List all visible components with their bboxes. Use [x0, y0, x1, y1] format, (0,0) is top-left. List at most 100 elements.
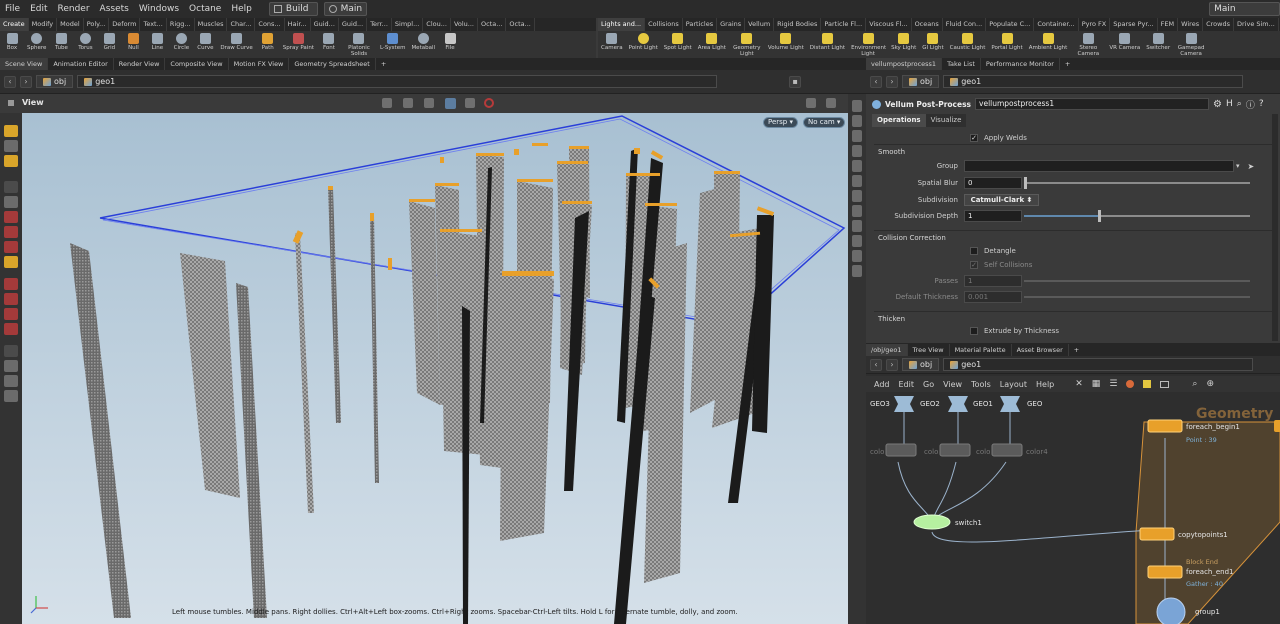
geo1-node-icon[interactable] — [1000, 396, 1020, 412]
select-tool-icon[interactable] — [4, 125, 18, 137]
handle-icon[interactable] — [445, 98, 456, 109]
tab-visualize[interactable]: Visualize — [925, 114, 967, 127]
copytopoints-node-icon[interactable] — [1139, 527, 1175, 541]
visibility-icon[interactable] — [852, 130, 862, 142]
gear-icon[interactable]: ⚙ — [1213, 99, 1222, 110]
shelf-tab[interactable]: Crowds — [1203, 18, 1234, 31]
tab-operations[interactable]: Operations — [872, 114, 926, 127]
sticky-note-icon[interactable] — [1143, 380, 1152, 388]
camera-menu[interactable]: No cam ▾ — [803, 117, 846, 128]
node-name-field[interactable]: vellumpostprocess1 — [975, 98, 1210, 110]
geo3-node-icon[interactable] — [894, 396, 914, 412]
switch-node-icon[interactable] — [913, 514, 951, 530]
tab-network[interactable]: /obj/geo1 — [866, 343, 908, 356]
tool-tube[interactable]: Tube — [49, 31, 73, 51]
menu-add[interactable]: Add — [874, 380, 890, 389]
tool-null[interactable]: Null — [121, 31, 145, 51]
tool-path[interactable]: Path — [256, 31, 280, 51]
transform-icon[interactable] — [403, 98, 413, 108]
menu-view[interactable]: View — [943, 380, 962, 389]
menu-help[interactable]: Help — [226, 0, 257, 18]
help-icon[interactable]: H — [1226, 99, 1233, 109]
tab-param[interactable]: vellumpostprocess1 — [866, 58, 943, 70]
tool-sky-light[interactable]: Sky Light — [888, 31, 919, 51]
desktop-select[interactable]: Build — [268, 2, 318, 16]
view-tool-icon[interactable] — [4, 345, 18, 357]
pin-button[interactable]: ▪ — [789, 75, 802, 88]
tab-asset-browser[interactable]: Asset Browser — [1012, 343, 1069, 356]
smooth-section[interactable]: Smooth — [874, 144, 1272, 159]
wrench-icon[interactable]: ✕ — [1075, 379, 1083, 389]
passes-field[interactable]: 1 — [964, 275, 1022, 287]
tab-motion-fx-view[interactable]: Motion FX View — [229, 58, 290, 70]
shelf-tab[interactable]: Container... — [1034, 18, 1079, 31]
tool-ambient-light[interactable]: Ambient Light — [1026, 31, 1071, 51]
subdivision-menu[interactable]: Catmull-Clark ⬍ — [964, 194, 1039, 206]
shelf-tab[interactable]: Poly... — [84, 18, 110, 31]
cup-tool-icon[interactable] — [4, 390, 18, 402]
group-tool-icon[interactable] — [4, 140, 18, 152]
tool-vr-camera[interactable]: VR Camera — [1106, 31, 1143, 51]
lock-tool-icon[interactable] — [4, 196, 18, 208]
shelf-tab[interactable]: FEM — [1158, 18, 1179, 31]
tool-font[interactable]: Font — [317, 31, 341, 51]
list-icon[interactable]: ☰ — [1109, 379, 1117, 389]
thickness-field[interactable]: 0.001 — [964, 291, 1022, 303]
add-tab-button[interactable]: + — [376, 58, 391, 70]
add-tab-button[interactable]: + — [1069, 344, 1084, 356]
context-select[interactable]: Main — [323, 2, 368, 16]
shelf-tab[interactable]: Particle Fl... — [821, 18, 867, 31]
shelf-tab[interactable]: Text... — [140, 18, 167, 31]
shelf-tab[interactable]: Oceans — [912, 18, 943, 31]
color-palette-icon[interactable] — [1126, 380, 1135, 388]
subdivision-depth-field[interactable]: 1 — [964, 210, 1022, 222]
shelf-tab[interactable]: Lights and... — [598, 18, 646, 31]
tab-take-list[interactable]: Take List — [942, 58, 981, 70]
tool-gi-light[interactable]: GI Light — [919, 31, 946, 51]
orbit-tool-icon[interactable] — [4, 293, 18, 305]
shelf-tab[interactable]: Collisions — [645, 18, 683, 31]
select-mode-icon[interactable] — [382, 98, 392, 108]
info-icon[interactable]: ⓘ — [1246, 98, 1255, 111]
points-tool-icon[interactable] — [4, 155, 18, 167]
menu-tools[interactable]: Tools — [971, 380, 991, 389]
tool-spray-paint[interactable]: Spray Paint — [280, 31, 317, 51]
forward-button[interactable]: › — [886, 358, 898, 371]
shelf-tab[interactable]: Clou... — [423, 18, 451, 31]
shading-icon[interactable] — [852, 115, 862, 127]
normals-icon[interactable] — [852, 235, 862, 247]
3d-viewport[interactable]: Persp ▾ No cam ▾ Left mouse tumbles. Mid… — [22, 113, 848, 624]
shelf-tab[interactable]: Vellum — [745, 18, 775, 31]
menu-windows[interactable]: Windows — [134, 0, 184, 18]
tool-line[interactable]: Line — [145, 31, 169, 51]
menu-go[interactable]: Go — [923, 380, 934, 389]
collision-section[interactable]: Collision Correction — [874, 230, 1272, 245]
lock-icon[interactable] — [852, 145, 862, 157]
color-node[interactable] — [939, 443, 971, 457]
tool-spot-light[interactable]: Spot Light — [661, 31, 695, 51]
back-button[interactable]: ‹ — [4, 75, 16, 88]
tool-grid[interactable]: Grid — [97, 31, 121, 51]
shelf-tab[interactable]: Deform — [109, 18, 141, 31]
arrow-select-icon[interactable]: ➤ — [1248, 162, 1255, 171]
path-obj[interactable]: obj — [902, 75, 940, 88]
light-icon[interactable] — [852, 160, 862, 172]
back-button[interactable]: ‹ — [870, 75, 882, 88]
snapshot-icon[interactable] — [852, 205, 862, 217]
group-node-icon[interactable] — [1156, 597, 1186, 624]
pose-tool-icon[interactable] — [4, 256, 18, 268]
record-icon[interactable] — [484, 98, 494, 108]
tab-scene-view[interactable]: Scene View — [0, 58, 49, 70]
tab-composite-view[interactable]: Composite View — [165, 58, 229, 70]
shelf-tab[interactable]: Volu... — [451, 18, 478, 31]
detangle-checkbox[interactable] — [970, 247, 978, 255]
self-collisions-checkbox[interactable]: ✓ — [970, 261, 978, 269]
snap-icon[interactable] — [465, 98, 475, 108]
tool-geometry-light[interactable]: Geometry Light — [729, 31, 765, 57]
add-tab-button[interactable]: + — [1060, 58, 1075, 70]
shelf-tab[interactable]: Populate C... — [986, 18, 1035, 31]
shelf-tab[interactable]: Pyro FX — [1079, 18, 1111, 31]
search-icon[interactable]: ⌕ — [1237, 99, 1242, 109]
tool-sphere[interactable]: Sphere — [24, 31, 49, 51]
menu-layout[interactable]: Layout — [1000, 380, 1027, 389]
